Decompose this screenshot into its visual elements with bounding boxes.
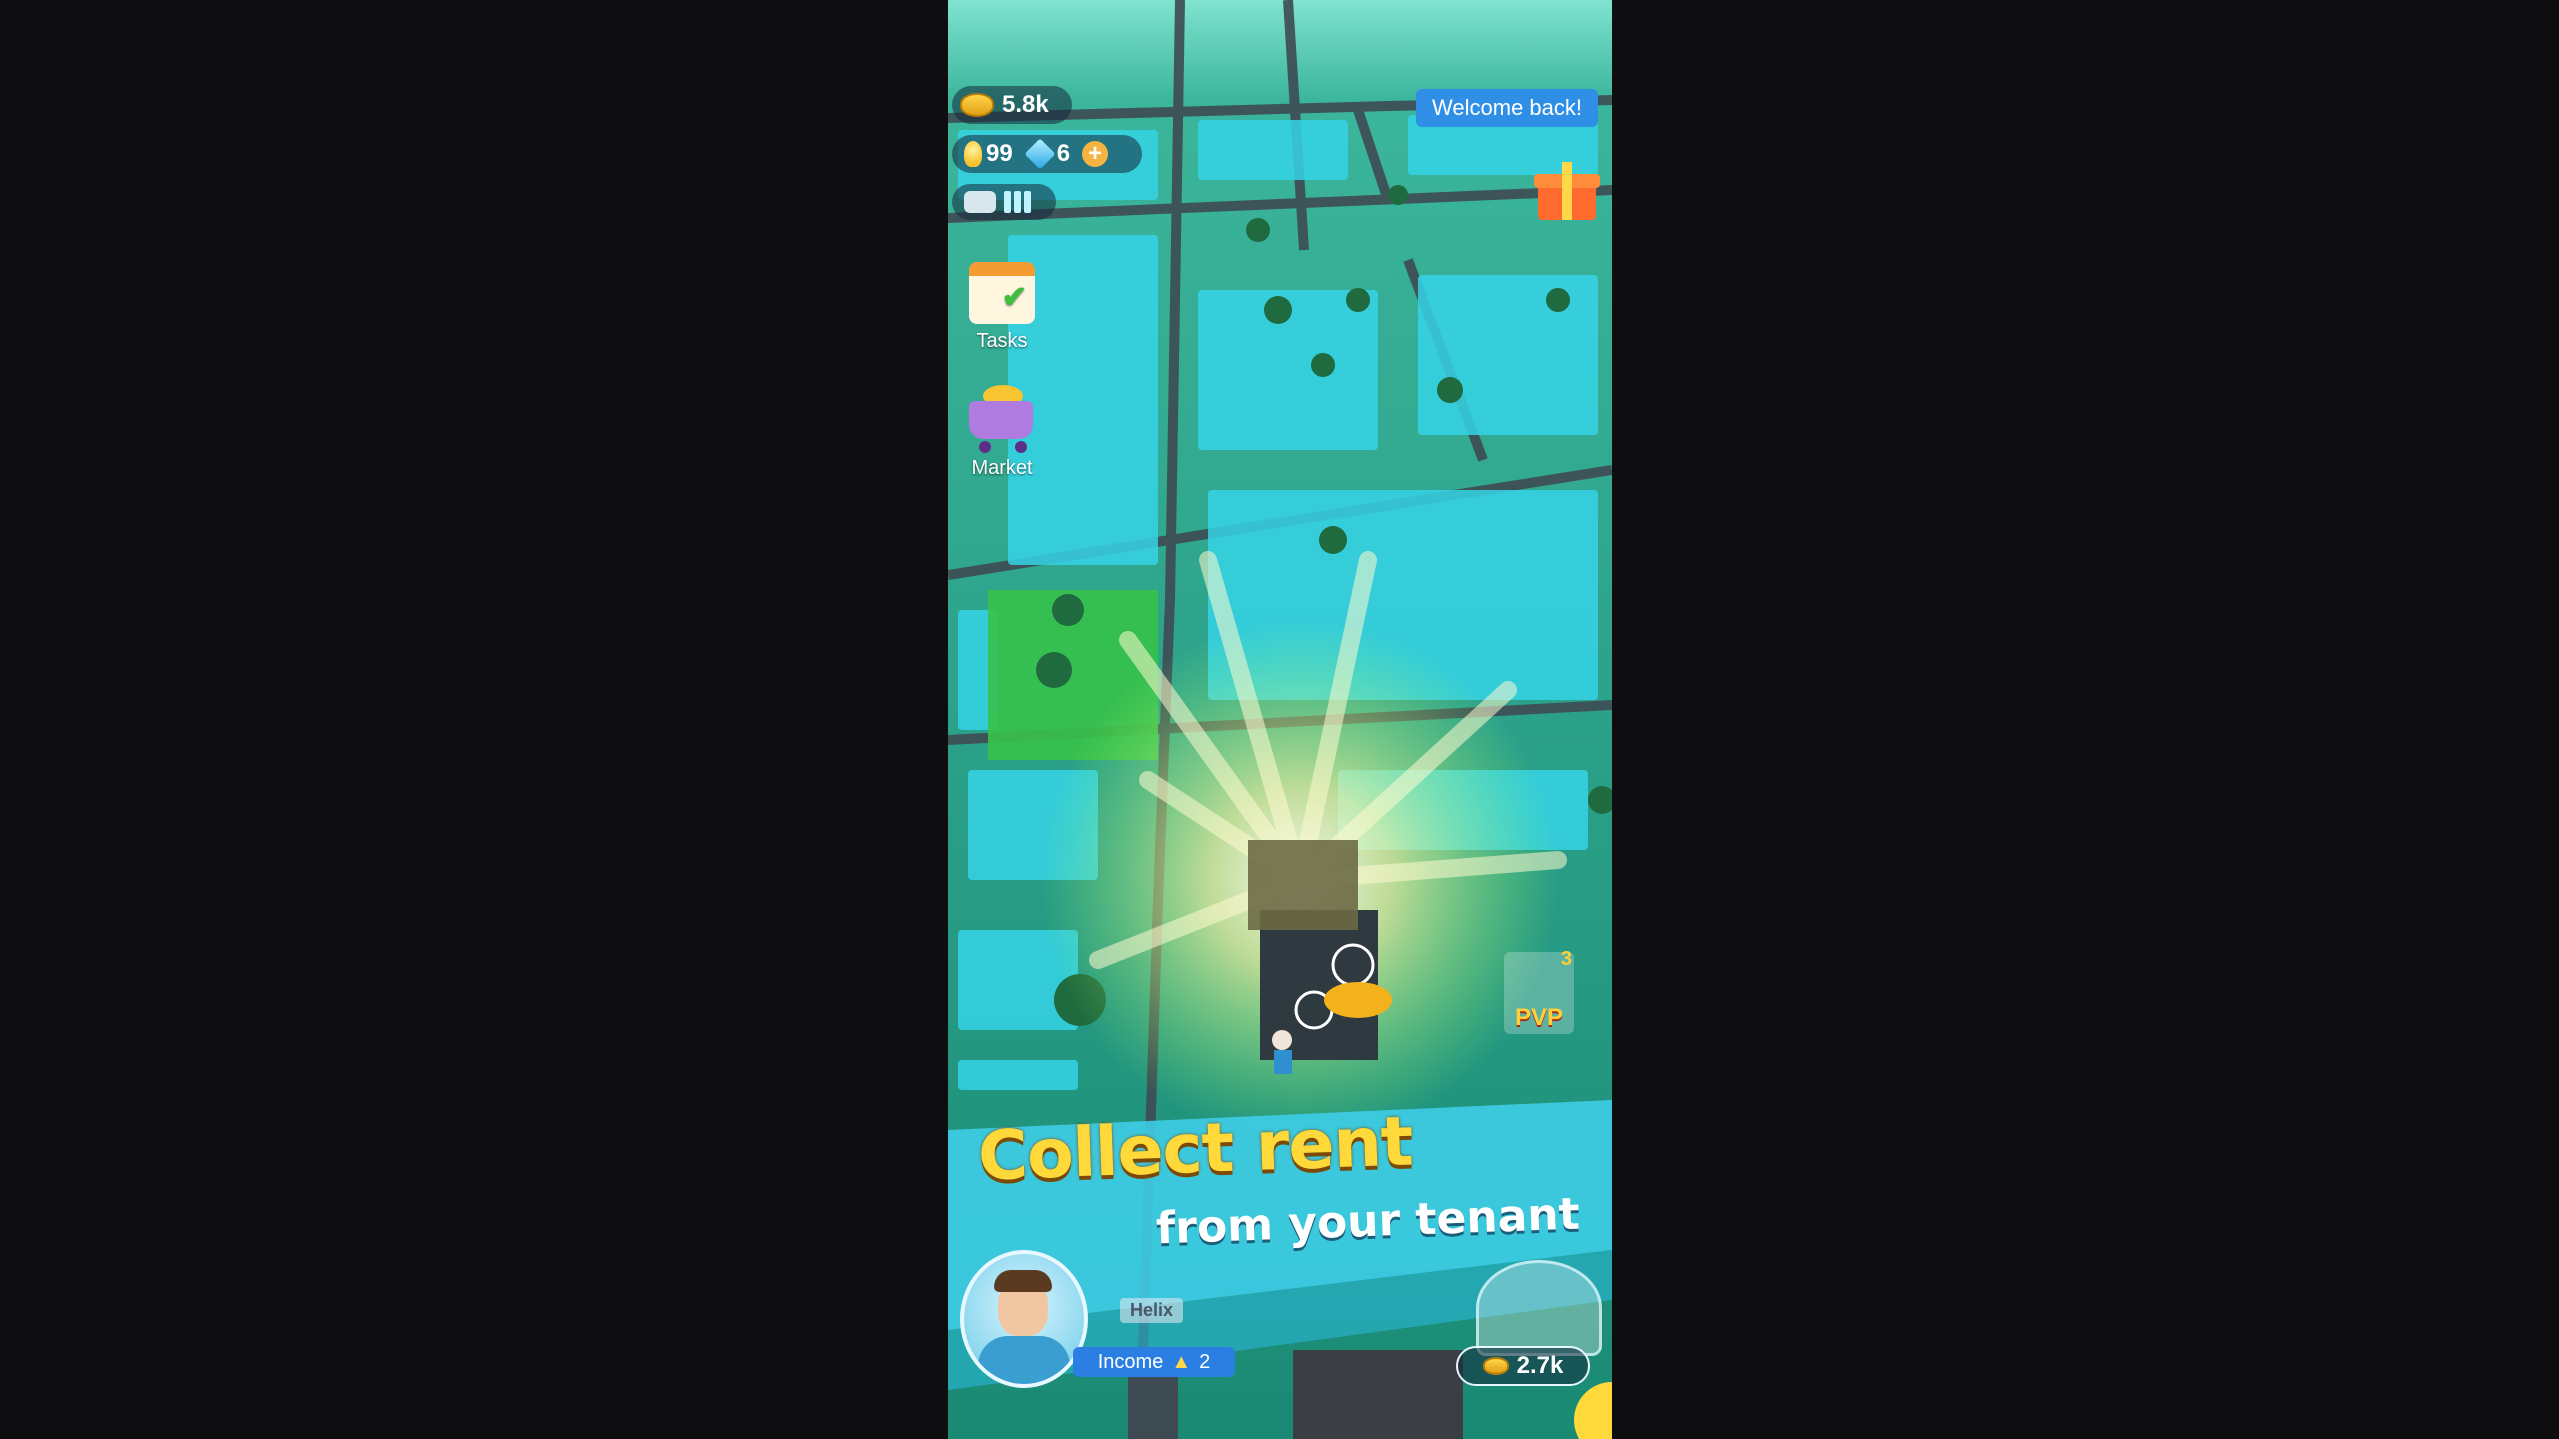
coin-icon: [960, 93, 994, 117]
market-button[interactable]: Market: [960, 383, 1044, 480]
calendar-check-icon: [969, 262, 1035, 324]
income-level: 2: [1199, 1350, 1211, 1373]
game-viewport[interactable]: 5.8k 99 6 + Welcome back! Tasks: [948, 0, 1612, 1439]
shopping-cart-icon: [965, 383, 1039, 453]
building-coin-badge[interactable]: 2.7k: [1456, 1346, 1590, 1386]
coin-balance-value: 5.8k: [1002, 91, 1049, 118]
drone-icon: [964, 191, 996, 213]
video-frame: 5.8k 99 6 + Welcome back! Tasks: [0, 0, 2559, 1439]
player-name: Helix: [1120, 1298, 1184, 1323]
pvp-button[interactable]: 3 PVP: [1504, 948, 1574, 1034]
coin-icon: [1482, 1357, 1509, 1375]
tasks-button[interactable]: Tasks: [960, 262, 1044, 353]
plus-icon[interactable]: +: [1082, 141, 1109, 167]
welcome-toast: Welcome back!: [1416, 89, 1598, 127]
building-card[interactable]: [1476, 1260, 1602, 1356]
drone-capacity[interactable]: [952, 184, 1056, 220]
tasks-label: Tasks: [976, 330, 1028, 352]
lightbulb-icon: [964, 141, 982, 167]
pvp-label: PVP: [1514, 1004, 1564, 1031]
gift-box-icon[interactable]: [1534, 162, 1600, 220]
income-bar[interactable]: Income ▲ 2: [1073, 1347, 1235, 1377]
level-icon: ▲: [1171, 1350, 1192, 1373]
bars-icon: [1004, 191, 1031, 213]
player-avatar[interactable]: [960, 1250, 1088, 1388]
gem-count: 6: [1056, 140, 1071, 167]
income-label: Income: [1097, 1350, 1164, 1373]
building-coin-value: 2.7k: [1516, 1352, 1564, 1379]
resource-balance[interactable]: 99 6 +: [952, 135, 1142, 173]
promo-headline: Collect rent: [976, 1102, 1414, 1197]
pvp-count: 3: [1560, 948, 1572, 970]
gem-icon: [1024, 138, 1056, 170]
idea-count: 99: [986, 140, 1013, 167]
market-label: Market: [971, 457, 1033, 479]
coin-balance[interactable]: 5.8k: [952, 86, 1072, 124]
